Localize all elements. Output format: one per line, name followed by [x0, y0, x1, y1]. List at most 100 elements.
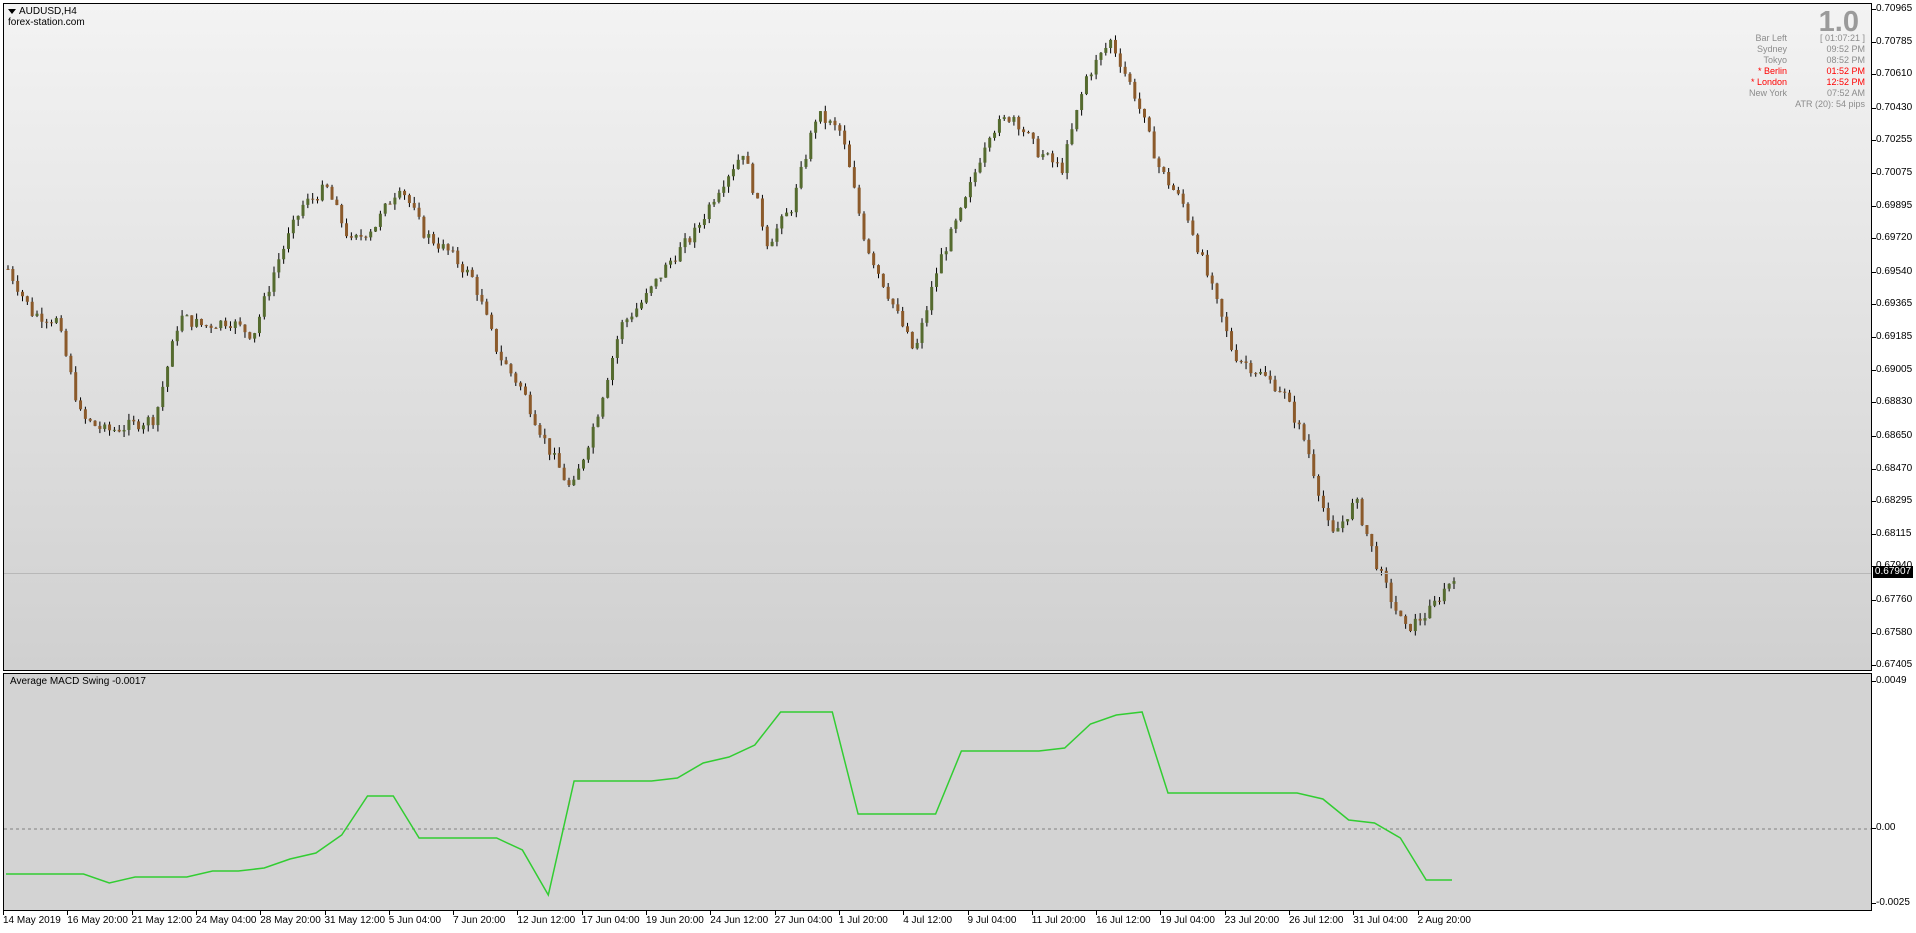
bar-left-row: Bar Left [ 01:07:21 ]	[1740, 33, 1865, 44]
candle	[195, 313, 199, 328]
candle	[891, 298, 895, 309]
candle	[847, 140, 851, 168]
candle	[335, 196, 339, 206]
candle	[79, 397, 83, 411]
candlestick-chart	[4, 35, 1871, 636]
candle	[688, 236, 692, 245]
candle	[533, 410, 537, 426]
price-tick: 0.70075	[1871, 167, 1913, 178]
price-tick: 0.68650	[1871, 429, 1913, 441]
time-tick: 9 Jul 04:00	[967, 911, 1017, 926]
candle	[993, 130, 997, 141]
candle	[137, 419, 141, 432]
candle	[461, 261, 465, 278]
candle	[915, 338, 919, 350]
candle	[1060, 157, 1064, 175]
candle	[112, 426, 116, 433]
candle	[1017, 115, 1021, 136]
candle	[1094, 54, 1098, 80]
candle	[224, 317, 228, 329]
symbol-label[interactable]: AUDUSD,H4	[8, 6, 77, 17]
candle	[403, 189, 407, 200]
candle	[1423, 612, 1427, 626]
candle	[88, 417, 92, 423]
candle	[21, 289, 25, 302]
time-tick: 24 Jun 12:00	[710, 911, 769, 926]
time-tick: 31 May 12:00	[324, 911, 386, 926]
candle	[228, 321, 232, 331]
candle	[669, 257, 673, 269]
candle	[1273, 375, 1277, 392]
clock-time: 07:52 AM	[1826, 88, 1865, 98]
candle	[1346, 519, 1350, 526]
price-tick: 0.67580	[1871, 626, 1913, 638]
indicator-panel[interactable]: Average MACD Swing -0.0017	[3, 673, 1872, 911]
candle	[954, 218, 958, 234]
candle	[93, 420, 97, 427]
candle	[968, 176, 972, 203]
candle	[1220, 298, 1224, 323]
time-tick: 19 Jun 20:00	[646, 911, 704, 926]
time-tick: 14 May 2019	[3, 911, 61, 926]
current-price-tag: 0.67907	[1873, 566, 1913, 579]
time-tick: 24 May 04:00	[195, 911, 257, 926]
candle	[1278, 386, 1282, 393]
clock-row-london: * London 12:52 PM	[1740, 77, 1865, 88]
indicator-tick: 0.00	[1871, 822, 1896, 833]
candle	[756, 192, 760, 199]
candle	[519, 381, 523, 391]
candle	[6, 265, 10, 270]
candle	[1283, 388, 1287, 399]
candle	[1288, 389, 1292, 403]
candle	[727, 174, 731, 193]
time-tick: 26 Jul 12:00	[1289, 911, 1344, 926]
candle	[1142, 108, 1146, 123]
candle	[581, 458, 585, 471]
candle	[412, 196, 416, 211]
candle	[422, 215, 426, 239]
atr-value: ATR (20): 54 pips	[1795, 99, 1865, 109]
candle	[1408, 623, 1412, 633]
candle	[166, 365, 170, 392]
time-tick: 2 Aug 20:00	[1417, 911, 1471, 926]
candle	[654, 278, 658, 290]
candle	[25, 295, 29, 305]
candle	[1321, 490, 1325, 512]
candle	[175, 326, 179, 346]
price-tick: 0.69540	[1871, 265, 1913, 277]
candle	[374, 226, 378, 232]
candle	[1109, 38, 1113, 54]
price-tick: 0.69005	[1871, 364, 1913, 376]
candle	[736, 154, 740, 170]
candle	[45, 318, 49, 329]
candle	[964, 196, 968, 209]
candle	[930, 281, 934, 315]
candle	[490, 312, 494, 331]
clock-city: Sydney	[1756, 44, 1787, 54]
candle	[1147, 116, 1151, 133]
candle	[794, 184, 798, 218]
candle	[1230, 327, 1234, 352]
candle	[693, 223, 697, 248]
price-tick: 0.68115	[1871, 528, 1912, 540]
candle	[277, 253, 281, 279]
candle	[320, 180, 324, 202]
candle	[1370, 533, 1374, 552]
price-tick: 0.70430	[1871, 101, 1913, 113]
candle	[1133, 78, 1137, 102]
candle	[1065, 140, 1069, 180]
candle	[867, 238, 871, 255]
indicator-axis[interactable]: 0.0049 0.00 -0.0025	[1871, 673, 1916, 911]
candle	[1152, 126, 1156, 159]
candle	[209, 323, 213, 334]
candle	[881, 273, 885, 288]
candle	[311, 193, 315, 204]
candle	[190, 315, 194, 331]
candle	[98, 421, 102, 434]
price-chart-panel[interactable]: AUDUSD,H4 forex-station.com 1.0	[3, 3, 1872, 671]
candle	[1404, 614, 1408, 629]
candle	[775, 223, 779, 247]
candle	[717, 189, 721, 204]
dropdown-arrow-icon[interactable]	[8, 8, 16, 14]
time-axis[interactable]: 14 May 2019 16 May 20:00 21 May 12:00 24 Ma…	[0, 911, 1872, 933]
